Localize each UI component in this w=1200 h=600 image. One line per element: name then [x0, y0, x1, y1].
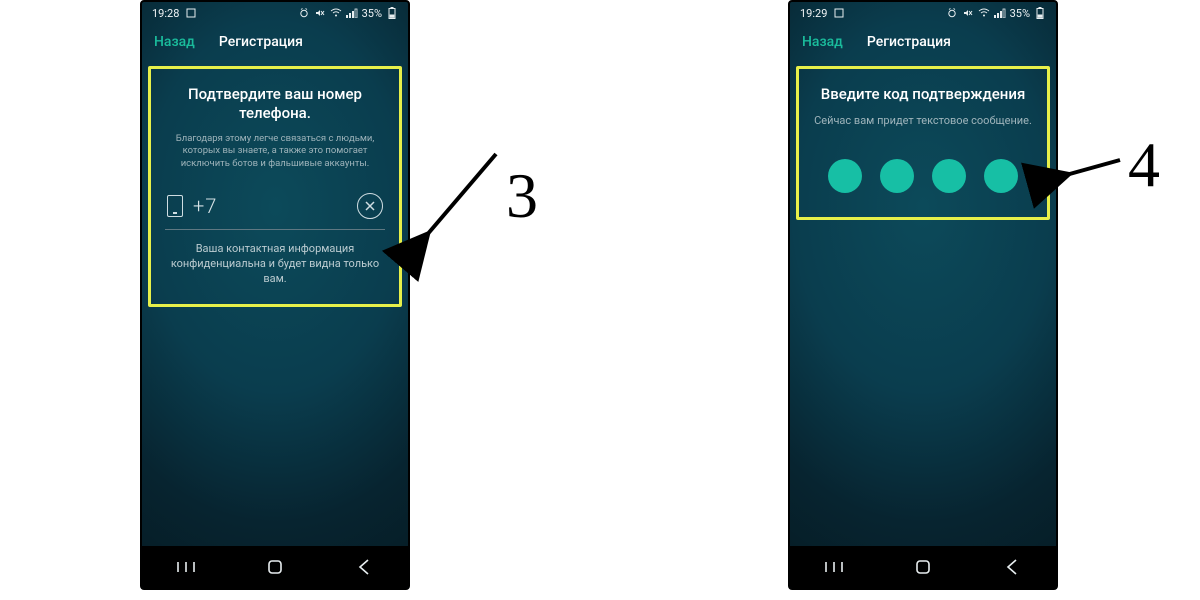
phone-screenshot-step3: 19:28 35% Назад Регистраци: [140, 0, 410, 590]
phone-screenshot-step4: 19:29 35% Назад Регистраци: [788, 0, 1058, 590]
card-subtitle: Сейчас вам придет текстовое сообщение.: [813, 114, 1033, 129]
signal-icon: [346, 7, 358, 19]
status-bar: 19:29 35%: [790, 2, 1056, 24]
battery-percent: 35%: [362, 7, 382, 20]
home-button[interactable]: [245, 557, 305, 577]
recents-button[interactable]: [156, 560, 216, 574]
step-callout-3: 3: [416, 136, 538, 256]
arrow-icon: [1058, 130, 1128, 200]
status-time: 19:28: [152, 7, 179, 20]
step-number: 4: [1128, 133, 1160, 197]
highlighted-card-confirm-number: Подтвердите ваш номер телефона. Благодар…: [148, 66, 402, 307]
app-header: Назад Регистрация: [790, 24, 1056, 60]
card-title: Введите код подтверждения: [813, 85, 1033, 104]
highlighted-card-enter-code: Введите код подтверждения Сейчас вам при…: [796, 66, 1050, 220]
card-title: Подтвердите ваш номер телефона.: [165, 85, 385, 123]
card-subtitle: Благодаря этому легче связаться с людьми…: [165, 133, 385, 171]
code-dot-1[interactable]: [828, 159, 862, 193]
status-time: 19:29: [800, 7, 827, 20]
code-dot-3[interactable]: [932, 159, 966, 193]
battery-icon: [386, 7, 398, 19]
page-title: Регистрация: [867, 34, 951, 50]
arrow-icon: [416, 136, 506, 256]
signal-icon: [994, 7, 1006, 19]
clear-icon[interactable]: [357, 193, 383, 219]
wifi-icon: [330, 7, 342, 19]
phone-prefix: +7: [193, 194, 217, 218]
back-button[interactable]: Назад: [154, 34, 195, 50]
recents-button[interactable]: [804, 560, 864, 574]
page-title: Регистрация: [219, 34, 303, 50]
code-dot-4[interactable]: [984, 159, 1018, 193]
mute-icon: [314, 7, 326, 19]
status-bar: 19:28 35%: [142, 2, 408, 24]
code-dot-2[interactable]: [880, 159, 914, 193]
home-button[interactable]: [893, 557, 953, 577]
code-input-dots[interactable]: [813, 159, 1033, 193]
app-header: Назад Регистрация: [142, 24, 408, 60]
card-footnote: Ваша контактная информация конфиденциаль…: [165, 242, 385, 287]
screenshot-icon: [833, 7, 845, 19]
battery-icon: [1034, 7, 1046, 19]
back-nav-button[interactable]: [334, 558, 394, 576]
android-nav-bar: [142, 546, 408, 588]
alarm-icon: [298, 7, 310, 19]
step-callout-4: 4: [1058, 130, 1160, 200]
back-button[interactable]: Назад: [802, 34, 843, 50]
back-nav-button[interactable]: [982, 558, 1042, 576]
android-nav-bar: [790, 546, 1056, 588]
wifi-icon: [978, 7, 990, 19]
phone-input-row[interactable]: +7: [165, 189, 385, 230]
phone-device-icon: [167, 195, 183, 217]
alarm-icon: [946, 7, 958, 19]
screenshot-icon: [185, 7, 197, 19]
battery-percent: 35%: [1010, 7, 1030, 20]
step-number: 3: [506, 164, 538, 228]
mute-icon: [962, 7, 974, 19]
